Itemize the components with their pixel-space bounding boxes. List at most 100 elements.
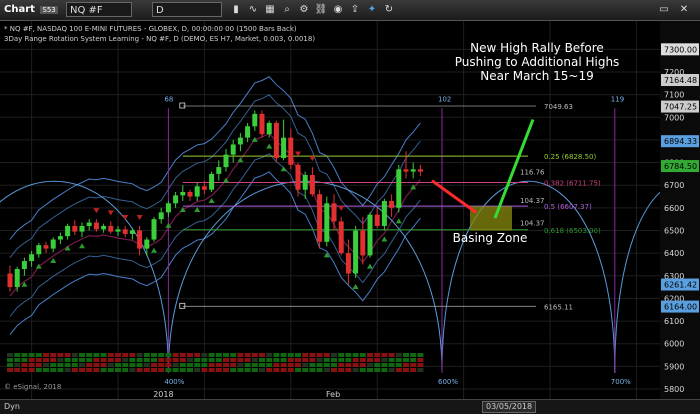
side-label: 104.37 xyxy=(520,197,545,205)
candle-body xyxy=(144,239,150,249)
y-tick-label: 6000 xyxy=(664,340,684,349)
price-tag-label: 7300.00 xyxy=(664,45,697,54)
magnify-icon[interactable]: ⌕ xyxy=(279,2,295,17)
heat-cell xyxy=(158,353,165,357)
candle-body xyxy=(122,229,128,234)
heat-cell xyxy=(388,353,395,357)
heat-cell xyxy=(172,358,179,362)
heat-cell xyxy=(208,358,215,362)
y-tick-label: 7000 xyxy=(664,113,684,122)
heat-cell xyxy=(230,363,237,367)
heat-cell xyxy=(359,358,366,362)
heat-cell xyxy=(273,363,280,367)
heat-cell xyxy=(208,353,215,357)
heat-cell xyxy=(201,368,208,372)
heat-cell xyxy=(338,358,345,362)
candle-body xyxy=(281,137,287,159)
y-tick-label: 6600 xyxy=(664,204,684,213)
heat-cell xyxy=(215,358,222,362)
heat-cell xyxy=(259,358,265,362)
heat-cell xyxy=(129,368,136,372)
heat-cell xyxy=(359,353,366,357)
heat-cell xyxy=(14,363,21,367)
heat-cell xyxy=(136,363,143,367)
heat-cell xyxy=(237,358,244,362)
headline-line: Near March 15~19 xyxy=(480,69,593,83)
heat-cell xyxy=(395,363,402,367)
candle-body xyxy=(216,167,222,174)
heat-cell xyxy=(14,358,21,362)
bar-style-icon[interactable]: ▮ xyxy=(228,2,244,17)
heat-cell xyxy=(259,368,265,372)
candle-body xyxy=(93,222,99,230)
y-tick-label: 6500 xyxy=(664,226,684,235)
heat-cell xyxy=(266,363,273,367)
heat-cell xyxy=(395,368,402,372)
candle-body xyxy=(259,113,265,135)
y-tick-label: 7100 xyxy=(664,91,684,100)
heat-cell xyxy=(115,353,121,357)
heat-cell xyxy=(57,363,64,367)
candle-body xyxy=(173,195,179,204)
heat-cell xyxy=(7,363,13,367)
candle-body xyxy=(353,230,359,274)
heat-cell xyxy=(215,353,222,357)
heat-cell xyxy=(100,353,107,357)
line-style-icon[interactable]: ∿ xyxy=(245,2,261,17)
side-label: 116.76 xyxy=(520,169,545,177)
heat-cell xyxy=(122,353,129,357)
candle-body xyxy=(237,137,243,145)
window-menu-icon[interactable]: ▭ xyxy=(656,2,672,17)
heat-cell xyxy=(323,363,330,367)
fib-label: 0.382 (6711.75) xyxy=(544,180,601,188)
headline-line: New High Rally Before xyxy=(470,41,604,55)
symbol-input[interactable]: NQ #F xyxy=(66,2,132,17)
heat-cell xyxy=(115,358,121,362)
refresh-icon[interactable]: ↻ xyxy=(381,2,397,17)
headline-line: Pushing to Additional Highs xyxy=(455,55,620,69)
eye-icon[interactable]: ◉ xyxy=(330,2,346,17)
candle-body xyxy=(29,254,35,262)
heat-cell xyxy=(403,368,409,372)
heat-cell xyxy=(352,358,359,362)
twitter-icon[interactable]: ✦ xyxy=(364,2,380,17)
heat-cell xyxy=(179,353,186,357)
candle-body xyxy=(230,144,236,155)
heat-cell xyxy=(86,358,93,362)
heat-cell xyxy=(50,353,57,357)
share-icon[interactable]: ⇪ xyxy=(347,2,363,17)
dyn-button[interactable]: Dyn xyxy=(4,401,20,413)
heat-cell xyxy=(215,363,222,367)
heat-cell xyxy=(158,368,165,372)
link-icon[interactable]: ⛓ xyxy=(313,2,329,17)
price-chart[interactable]: 68 102 119 400% 600% 700% 0.25 (6828.50) 0.382… xyxy=(0,21,700,399)
heat-cell xyxy=(14,353,21,357)
heat-cell xyxy=(295,358,301,362)
heat-cell xyxy=(187,368,193,372)
price-tag-label: 6894.33 xyxy=(664,137,697,146)
heat-cell xyxy=(100,363,107,367)
candle-body xyxy=(57,236,63,240)
close-icon[interactable]: ✕ xyxy=(676,2,692,17)
heat-cell xyxy=(21,368,28,372)
heat-cell xyxy=(93,353,100,357)
interval-select[interactable]: D xyxy=(152,2,222,17)
heat-cell xyxy=(129,358,136,362)
grid-icon[interactable]: ▦ xyxy=(262,2,278,17)
heat-cell xyxy=(136,368,143,372)
heat-cell xyxy=(179,358,186,362)
heat-cell xyxy=(359,363,366,367)
heat-cell xyxy=(273,368,280,372)
settings-icon[interactable]: ⚙ xyxy=(296,2,312,17)
candle-body xyxy=(396,169,402,208)
heat-cell xyxy=(43,358,49,362)
heat-cell xyxy=(230,353,237,357)
heat-cell xyxy=(417,353,424,357)
heat-cell xyxy=(280,353,287,357)
cycle-label: 102 xyxy=(438,95,451,103)
heat-cell xyxy=(230,368,237,372)
candle-body xyxy=(302,175,308,190)
heat-cell xyxy=(107,358,114,362)
candle-body xyxy=(338,221,344,254)
heat-cell xyxy=(93,358,100,362)
